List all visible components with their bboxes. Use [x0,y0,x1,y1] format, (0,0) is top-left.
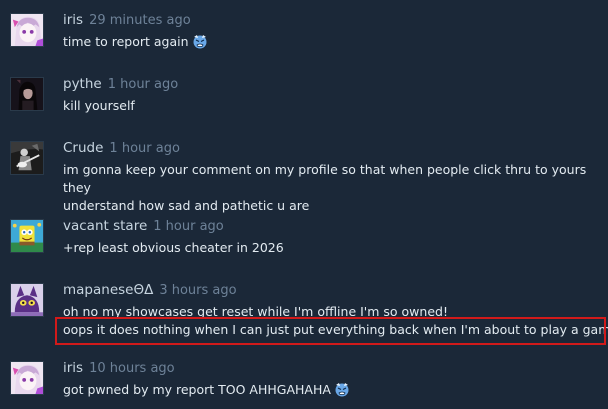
angry-blue-face-emoticon-icon [193,35,207,49]
comment-line: oh no my showcases get reset while I'm o… [63,304,448,319]
avatar[interactable] [10,361,44,395]
comment-author: mapaneseΘΔ 3 hours ago [63,282,237,298]
comment-author: iris 29 minutes ago [63,12,191,28]
comment-line: understand how sad and pathetic u are [63,198,310,213]
comment-line: +rep least obvious cheater in 2026 [63,240,284,255]
comment-line: kill yourself [63,98,135,113]
comment-author: pythe 1 hour ago [63,76,178,92]
author-name-link[interactable]: pythe [63,76,102,92]
author-name-link[interactable]: iris [63,360,83,376]
avatar[interactable] [10,141,44,175]
comment-line: time to report again [63,34,189,49]
comment-timestamp: 3 hours ago [159,283,237,298]
purple-cat-avatar-icon [11,284,43,316]
comment-text: time to report again [63,33,608,51]
author-name-link[interactable]: vacant stare [63,218,147,234]
spongebob-avatar-icon [11,220,43,252]
comment-author: vacant stare 1 hour ago [63,218,224,234]
author-name-link[interactable]: Crude [63,140,103,156]
avatar[interactable] [10,283,44,317]
guitarist-avatar-icon [11,142,43,174]
comment-timestamp: 1 hour ago [153,219,224,234]
comment-author: Crude 1 hour ago [63,140,180,156]
comment-timestamp: 1 hour ago [109,141,180,156]
anime-girl-avatar-icon [11,14,43,46]
comment-text: kill yourself [63,97,608,115]
comment-line: got pwned by my report TOO AHHGAHAHA [63,382,331,397]
anime-girl-avatar-icon [11,362,43,394]
comment-line-highlighted: oops it does nothing when I can just put… [63,322,608,337]
avatar[interactable] [10,13,44,47]
author-name-link[interactable]: iris [63,12,83,28]
comment-text: got pwned by my report TOO AHHGAHAHA [63,381,608,399]
comment-text: +rep least obvious cheater in 2026 [63,239,608,257]
comment-author: iris 10 hours ago [63,360,175,376]
comment-timestamp: 10 hours ago [89,361,175,376]
comment-text: im gonna keep your comment on my profile… [63,161,608,215]
angry-blue-face-emoticon-icon [335,383,349,397]
comment-timestamp: 29 minutes ago [89,13,191,28]
comment-text: oh no my showcases get reset while I'm o… [63,303,608,339]
dark-hair-girl-avatar-icon [11,78,43,110]
avatar[interactable] [10,219,44,253]
comment-line: im gonna keep your comment on my profile… [63,162,587,195]
comment-timestamp: 1 hour ago [107,77,179,92]
author-name-link[interactable]: mapaneseΘΔ [63,282,153,298]
avatar[interactable] [10,77,44,111]
